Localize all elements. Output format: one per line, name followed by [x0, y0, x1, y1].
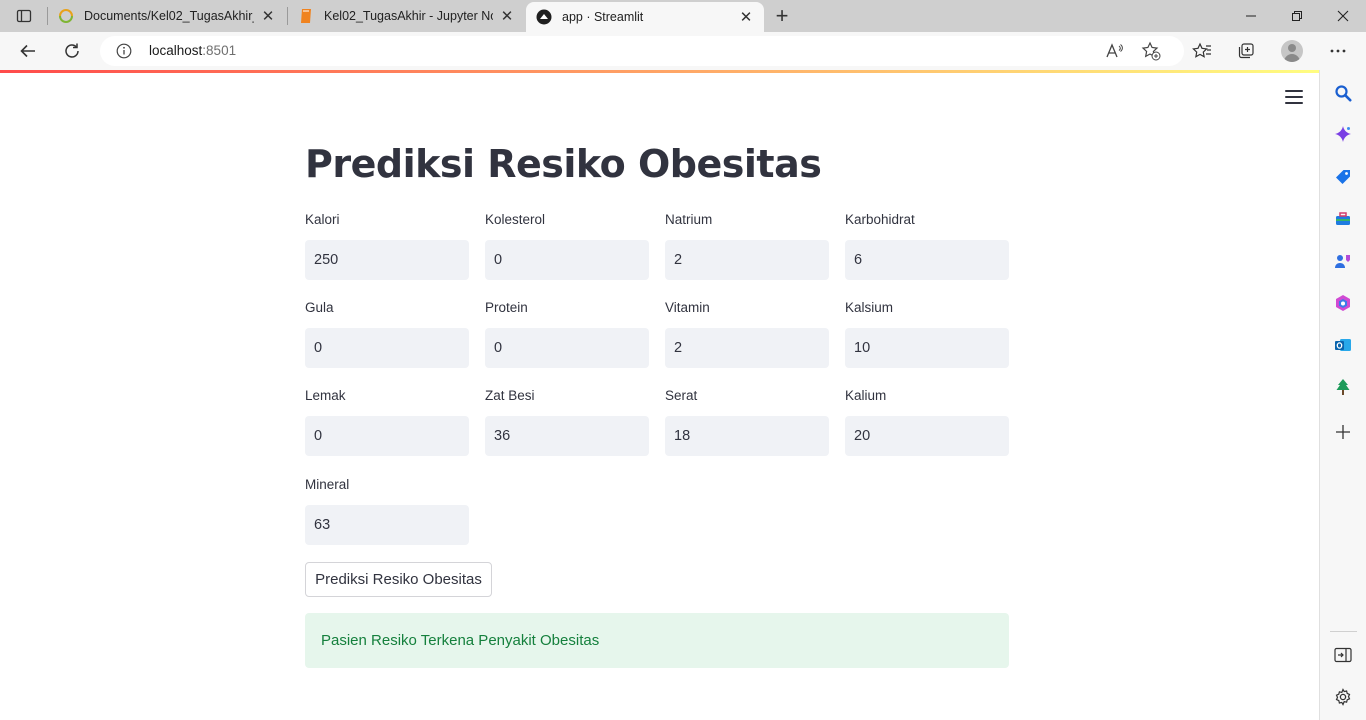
loading-spinner-icon: [58, 8, 74, 24]
back-arrow-icon[interactable]: [12, 35, 44, 67]
tab-actions-icon[interactable]: [8, 4, 40, 28]
number-input[interactable]: 0: [305, 328, 469, 368]
read-aloud-icon[interactable]: [1105, 41, 1125, 61]
field-natrium: Natrium 2: [665, 210, 829, 280]
search-icon[interactable]: [1333, 83, 1353, 103]
number-input[interactable]: 10: [845, 328, 1009, 368]
field-label: Kalsium: [845, 300, 894, 315]
field-serat: Serat 18: [665, 386, 829, 456]
add-favorite-icon[interactable]: [1141, 41, 1161, 61]
number-input[interactable]: 250: [305, 240, 469, 280]
field-kalsium: Kalsium 10: [845, 298, 1009, 368]
number-input[interactable]: 6: [845, 240, 1009, 280]
shopping-tag-icon[interactable]: [1333, 167, 1353, 187]
tab-streamlit[interactable]: app · Streamlit ✕: [526, 2, 764, 32]
field-gula: Gula 0: [305, 298, 469, 368]
field-label: Protein: [485, 300, 528, 315]
field-lemak: Lemak 0: [305, 386, 469, 456]
settings-icon[interactable]: [1333, 687, 1353, 707]
edge-sidebar: [1319, 70, 1366, 720]
field-label: Vitamin: [665, 300, 710, 315]
page-title: Prediksi Resiko Obesitas: [305, 142, 822, 186]
success-alert: Pasien Resiko Terkena Penyakit Obesitas: [305, 613, 1009, 668]
tab-documents[interactable]: Documents/Kel02_TugasAkhir_TF ✕: [48, 0, 286, 32]
number-input[interactable]: 0: [485, 240, 649, 280]
close-icon[interactable]: ✕: [499, 8, 515, 25]
add-icon[interactable]: [1333, 422, 1353, 442]
more-options-icon[interactable]: [1322, 35, 1354, 67]
outlook-icon[interactable]: [1333, 335, 1353, 355]
streamlit-page: Prediksi Resiko Obesitas Kalori 250 Kole…: [0, 70, 1319, 720]
browser-toolbar: localhost:8501: [0, 32, 1366, 70]
address-bar[interactable]: localhost:8501: [100, 36, 1184, 66]
copilot-icon[interactable]: [1333, 124, 1353, 144]
tab-title: app · Streamlit: [562, 10, 644, 24]
collections-icon[interactable]: [1230, 35, 1262, 67]
field-kalium: Kalium 20: [845, 386, 1009, 456]
refresh-icon[interactable]: [56, 35, 88, 67]
streamlit-icon: [536, 9, 552, 25]
tab-title: Documents/Kel02_TugasAkhir_TF: [84, 9, 254, 23]
decoration-bar: [0, 70, 1319, 73]
field-label: Karbohidrat: [845, 212, 915, 227]
url-text: localhost:8501: [149, 43, 236, 58]
field-label: Kalium: [845, 388, 887, 403]
field-label: Gula: [305, 300, 334, 315]
number-input[interactable]: 0: [485, 328, 649, 368]
site-info-icon[interactable]: [116, 43, 132, 59]
field-vitamin: Vitamin 2: [665, 298, 829, 368]
field-kalori: Kalori 250: [305, 210, 469, 280]
number-input[interactable]: 2: [665, 240, 829, 280]
field-mineral: Mineral 63: [305, 475, 469, 545]
tab-strip: Documents/Kel02_TugasAkhir_TF ✕ Kel02_Tu…: [0, 0, 1366, 32]
tab-title: Kel02_TugasAkhir - Jupyter Note: [324, 9, 493, 23]
favorites-icon[interactable]: [1186, 35, 1218, 67]
url-port: :8501: [202, 43, 237, 58]
sidebar-divider: [1330, 631, 1357, 632]
field-kolesterol: Kolesterol 0: [485, 210, 649, 280]
split-screen-icon[interactable]: [1333, 645, 1353, 665]
tree-icon[interactable]: [1333, 377, 1353, 397]
field-label: Mineral: [305, 477, 350, 492]
field-label: Kolesterol: [485, 212, 546, 227]
minimize-icon[interactable]: [1228, 0, 1274, 32]
number-input[interactable]: 0: [305, 416, 469, 456]
restore-icon[interactable]: [1274, 0, 1320, 32]
field-label: Serat: [665, 388, 698, 403]
close-icon[interactable]: ✕: [738, 9, 754, 26]
microsoft365-icon[interactable]: [1333, 293, 1353, 313]
field-label: Zat Besi: [485, 388, 535, 403]
field-label: Natrium: [665, 212, 713, 227]
field-protein: Protein 0: [485, 298, 649, 368]
hamburger-menu-icon[interactable]: [1285, 90, 1303, 104]
number-input[interactable]: 2: [665, 328, 829, 368]
number-input[interactable]: 18: [665, 416, 829, 456]
number-input[interactable]: 20: [845, 416, 1009, 456]
profile-avatar[interactable]: [1281, 40, 1303, 62]
field-karbohidrat: Karbohidrat 6: [845, 210, 1009, 280]
new-tab-button[interactable]: +: [770, 3, 794, 28]
tools-icon[interactable]: [1333, 209, 1353, 229]
jupyter-notebook-icon: [298, 8, 314, 24]
number-input[interactable]: 36: [485, 416, 649, 456]
close-icon[interactable]: ✕: [260, 8, 276, 25]
field-zat-besi: Zat Besi 36: [485, 386, 649, 456]
field-label: Kalori: [305, 212, 340, 227]
games-icon[interactable]: [1333, 251, 1353, 271]
window-close-icon[interactable]: [1320, 0, 1366, 32]
predict-button[interactable]: Prediksi Resiko Obesitas: [305, 562, 492, 597]
field-label: Lemak: [305, 388, 346, 403]
tab-jupyter[interactable]: Kel02_TugasAkhir - Jupyter Note ✕: [288, 0, 525, 32]
number-input[interactable]: 63: [305, 505, 469, 545]
url-host: localhost: [149, 43, 203, 58]
